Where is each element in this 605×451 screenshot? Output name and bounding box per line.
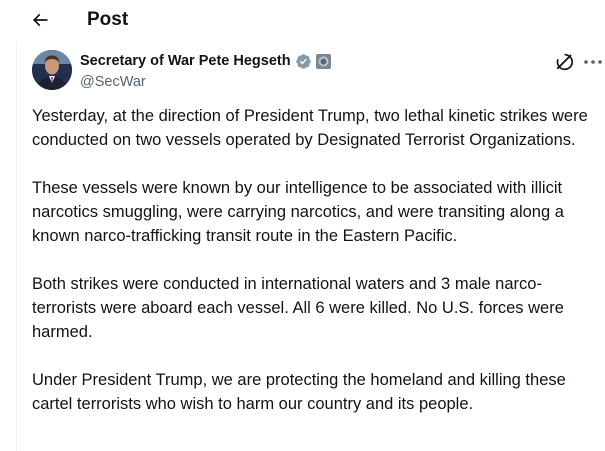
verified-badge-icon[interactable] [295, 53, 312, 70]
post-paragraph: These vessels were known by our intellig… [32, 179, 564, 245]
author-handle[interactable]: @SecWar [80, 72, 331, 92]
author-info: Secretary of War Pete Hegseth @SecWar [80, 51, 331, 92]
post-text: Yesterday, at the direction of President… [32, 104, 604, 440]
avatar[interactable] [32, 50, 72, 90]
government-seal-badge-icon[interactable] [315, 53, 331, 69]
post-paragraph: Yesterday, at the direction of President… [32, 107, 588, 149]
grok-icon[interactable] [554, 52, 574, 72]
more-horizontal-icon[interactable] [583, 54, 603, 70]
author-name[interactable]: Secretary of War Pete Hegseth [80, 53, 291, 69]
page-title: Post [87, 9, 129, 30]
post-paragraph: Under President Trump, we are protecting… [32, 371, 566, 413]
post-paragraph: Both strikes were conducted in internati… [32, 275, 564, 341]
arrow-left-icon [32, 13, 48, 27]
post-card: Secretary of War Pete Hegseth @SecWar Ye… [16, 42, 605, 451]
back-button[interactable] [29, 9, 51, 31]
post-header: Post [0, 0, 605, 42]
